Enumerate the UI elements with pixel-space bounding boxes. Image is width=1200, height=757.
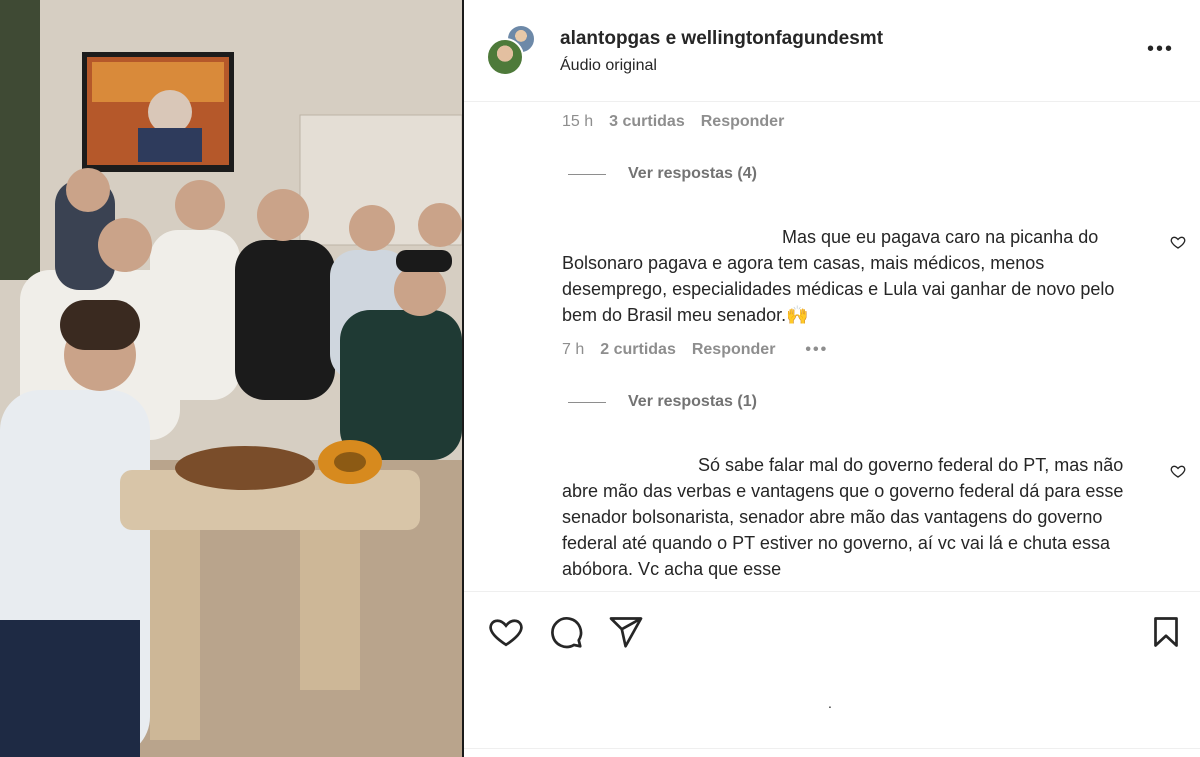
view-replies-button[interactable]: Ver respostas (4): [568, 165, 757, 183]
more-horizontal-icon[interactable]: •••: [1147, 38, 1174, 61]
comment-time[interactable]: 15 h: [562, 113, 593, 131]
comment-likes[interactable]: 2 curtidas: [600, 341, 676, 359]
comment-body: Mas que eu pagava caro na picanha do Bol…: [562, 227, 1115, 325]
comments-list[interactable]: 15 h 3 curtidas Responder Ver respostas …: [464, 103, 1200, 591]
post-video[interactable]: [0, 0, 462, 757]
heart-icon[interactable]: [1170, 463, 1186, 479]
paper-plane-icon[interactable]: [608, 614, 644, 650]
comment-likes[interactable]: 3 curtidas: [609, 113, 685, 131]
comment-bubble-icon[interactable]: [548, 614, 584, 650]
view-replies-label: Ver respostas (4): [628, 165, 757, 182]
comment-time[interactable]: 7 h: [562, 341, 584, 359]
post-authors[interactable]: alantopgas e wellingtonfagundesmt: [560, 28, 883, 50]
replies-line: [568, 173, 606, 175]
replies-line: [568, 401, 606, 403]
author-avatar[interactable]: [486, 38, 524, 76]
reply-button[interactable]: Responder: [692, 341, 776, 359]
reply-button[interactable]: Responder: [701, 113, 785, 131]
video-frame-illustration: [0, 0, 462, 757]
comment-meta: 7 h 2 curtidas Responder •••: [562, 341, 828, 359]
view-replies-button[interactable]: Ver respostas (1): [568, 393, 757, 411]
heart-icon[interactable]: [488, 614, 524, 650]
bookmark-icon[interactable]: [1148, 614, 1184, 650]
post-header: alantopgas e wellingtonfagundesmt Áudio …: [464, 0, 1200, 102]
comment-options-icon[interactable]: •••: [805, 341, 828, 359]
view-replies-label: Ver respostas (1): [628, 393, 757, 410]
post-detail-panel: alantopgas e wellingtonfagundesmt Áudio …: [464, 0, 1200, 757]
comment-body: Só sabe falar mal do governo federal do …: [562, 455, 1124, 579]
comment-text: Só sabe falar mal do governo federal do …: [562, 452, 1152, 582]
bottom-divider: [464, 748, 1200, 749]
audio-label[interactable]: Áudio original: [560, 57, 657, 75]
loading-indicator: .: [828, 695, 832, 711]
heart-icon[interactable]: [1170, 234, 1186, 250]
post-actions-bar: .: [464, 591, 1200, 757]
comment-meta: 15 h 3 curtidas Responder: [562, 113, 784, 131]
comment-text: Mas que eu pagava caro na picanha do Bol…: [562, 224, 1152, 328]
